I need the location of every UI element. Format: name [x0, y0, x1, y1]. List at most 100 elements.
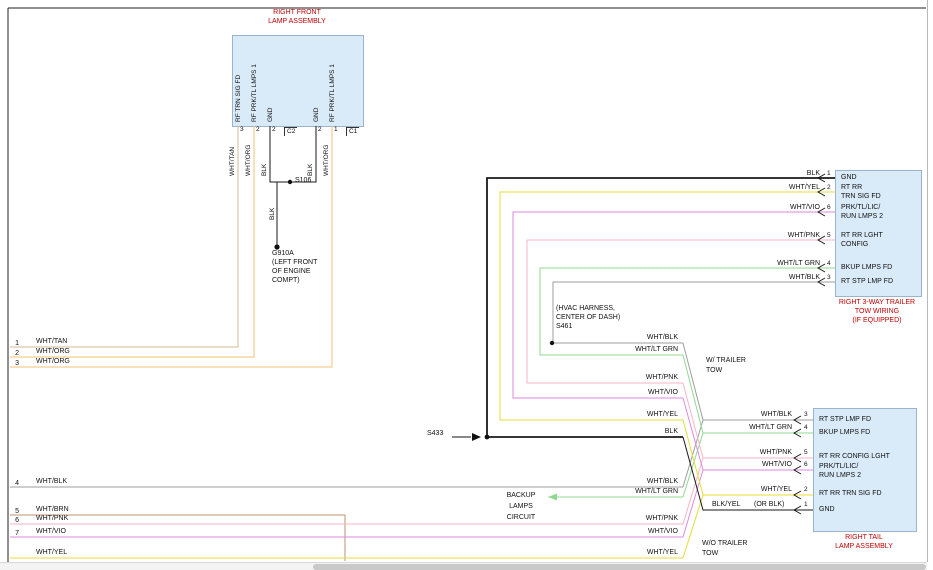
front-pin-signal: RF PRK/TL LMPS 1 — [251, 64, 258, 122]
wire-label: WHT/BLK — [728, 411, 792, 419]
ground-location-line2: OF ENGINE — [272, 268, 311, 276]
circuit-number: 2 — [11, 350, 19, 358]
wire-label: WHT/PNK — [36, 515, 68, 523]
wire-label-alt: (OR BLK) — [754, 501, 784, 509]
inline-connector-icons-tail-box — [794, 416, 801, 514]
wire-wht-org-1 — [10, 126, 254, 357]
pin-signal: PRK/TL/LIC/ — [841, 204, 880, 212]
scrollbar-thumb[interactable] — [313, 564, 926, 570]
pin-number: 1 — [827, 170, 831, 178]
wire-label: WHT/VIO — [614, 389, 678, 397]
wire-label-vertical: WHT/ORG — [323, 145, 330, 176]
wire-label: WHT/YEL — [614, 411, 678, 419]
wire-label: WHT/PNK — [614, 515, 678, 523]
front-pin-number: 3 — [240, 126, 244, 134]
pin-signal: RT RR — [841, 184, 862, 192]
pin-signal: CONFIG — [841, 241, 868, 249]
ground-g910a-label: G910A — [272, 250, 294, 258]
wire-label: WHT/LT GRN — [756, 260, 820, 268]
pin-number: 2 — [827, 184, 831, 192]
ground-location-line3: COMPT) — [272, 277, 300, 285]
wire-label: WHT/VIO — [36, 528, 66, 536]
pin-number: 6 — [827, 204, 831, 212]
with-trailer-tow-line1: W/ TRAILER — [706, 357, 746, 365]
ground-g910a-dot — [274, 244, 279, 249]
front-lamp-title-line1: RIGHT FRONT — [240, 9, 354, 17]
tail-box-caption-line2: LAMP ASSEMBLY — [808, 543, 920, 551]
wire-label: WHT/BLK — [36, 478, 67, 486]
connector-tag-c2: C2 — [284, 127, 297, 136]
wire-label-vertical: BLK — [261, 164, 268, 176]
hvac-harness-line2: CENTER OF DASH) — [556, 314, 620, 322]
pin-signal: GND — [841, 174, 857, 182]
pin-number: 3 — [827, 274, 831, 282]
wire-label: WHT/ORG — [36, 358, 70, 366]
pin-number: 4 — [804, 424, 808, 432]
circuit-number: 1 — [11, 340, 19, 348]
wire-label: WHT/LT GRN — [728, 424, 792, 432]
pin-signal: BKUP LMPS FD — [841, 264, 892, 272]
wire-label: WHT/YEL — [36, 549, 67, 557]
wire-blk-trunk — [487, 178, 835, 437]
pin-signal: RUN LMPS 2 — [819, 472, 861, 480]
backup-lamps-line2: LAMPS — [498, 503, 544, 511]
wire-layer — [0, 0, 933, 570]
front-pin-signal: GND — [313, 108, 320, 122]
wiring-diagram-page: RIGHT FRONT LAMP ASSEMBLY RF TRN SIG FD … — [0, 0, 933, 570]
wire-label-vertical: BLK — [269, 208, 276, 220]
wire-label: WHT/LT GRN — [614, 346, 678, 354]
wire-wht-org-2 — [10, 126, 332, 367]
wire-label: WHT/VIO — [614, 528, 678, 536]
pin-signal: PRK/TL/LIC/ — [819, 463, 858, 471]
wire-label: WHT/PNK — [728, 449, 792, 457]
wire-label: BLK/YEL — [712, 501, 740, 509]
wire-wht-yel-trunk — [500, 192, 835, 420]
splice-s461-dot — [550, 341, 554, 345]
wire-label: BLK — [756, 170, 820, 178]
window-right-edge — [927, 0, 928, 562]
tow-box-caption-line1: RIGHT 3-WAY TRAILER — [820, 299, 933, 307]
front-pin-signal: RF PRK/TL LMPS 1 — [329, 64, 336, 122]
wire-label: WHT/PNK — [614, 374, 678, 382]
backup-circuit-arrow-icon — [548, 494, 557, 501]
front-lamp-title-line2: LAMP ASSEMBLY — [240, 18, 354, 26]
backup-lamps-line1: BACKUP — [498, 492, 544, 500]
wire-label: WHT/PNK — [756, 232, 820, 240]
pin-number: 3 — [804, 411, 808, 419]
join-blk-yel-pin1 — [683, 437, 813, 510]
without-trailer-tow-line1: W/O TRAILER — [702, 540, 747, 548]
circuit-number: 3 — [11, 360, 19, 368]
pin-number: 5 — [827, 232, 831, 240]
pin-number: 6 — [804, 461, 808, 469]
backup-lamps-line3: CIRCUIT — [498, 514, 544, 522]
circuit-number: 7 — [11, 530, 19, 538]
pin-signal: RT RR LGHT — [841, 232, 883, 240]
horizontal-scrollbar[interactable] — [0, 562, 927, 570]
tail-box-caption-line1: RIGHT TAIL — [808, 534, 920, 542]
wire-label: WHT/YEL — [614, 549, 678, 557]
wire-label: WHT/ORG — [36, 348, 70, 356]
hvac-harness-line1: (HVAC HARNESS, — [556, 305, 615, 313]
pin-signal: RT STP LMP FD — [819, 416, 871, 424]
pin-number: 4 — [827, 260, 831, 268]
pin-signal: RT RR CONFIG LGHT — [819, 453, 890, 461]
wire-label: WHT/YEL — [756, 184, 820, 192]
wire-label: WHT/TAN — [36, 338, 67, 346]
pin-signal: GND — [819, 506, 835, 514]
wire-label: WHT/YEL — [728, 486, 792, 494]
wire-label: WHT/BLK — [614, 478, 678, 486]
connector-tag-c1: C1 — [346, 127, 359, 136]
wire-wht-tan — [10, 126, 238, 347]
splice-s106-label: S106 — [295, 177, 311, 185]
pin-signal: TRN SIG FD — [841, 193, 881, 201]
wire-label: WHT/BRN — [36, 506, 69, 514]
circuit-number: 6 — [11, 517, 19, 525]
wire-label: WHT/VIO — [728, 461, 792, 469]
splice-s461-label: S461 — [556, 323, 572, 331]
ground-location-line1: (LEFT FRONT — [272, 259, 317, 267]
splice-s106-dot — [288, 180, 292, 184]
pin-signal: RT RR TRN SIG FD — [819, 490, 882, 498]
splice-pointer-arrow-icon — [472, 433, 481, 441]
wire-label-vertical: WHT/TAN — [229, 147, 236, 176]
wire-label-vertical: WHT/ORG — [245, 145, 252, 176]
